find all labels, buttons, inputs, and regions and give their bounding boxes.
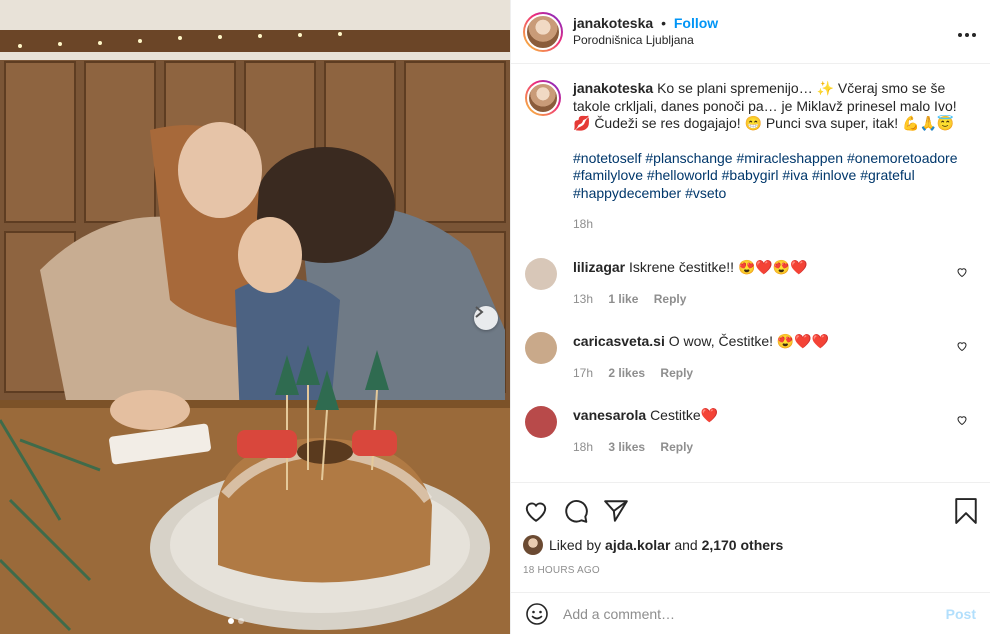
comment-like-icon[interactable] [956, 340, 968, 352]
hashtag[interactable]: #helloworld [647, 167, 718, 183]
post-comment-button[interactable]: Post [946, 606, 976, 622]
comment-like-icon[interactable] [956, 266, 968, 278]
comment-input[interactable] [563, 605, 946, 622]
add-comment-bar: Post [511, 592, 990, 634]
post-side-panel: janakoteska • Follow Porodnišnica Ljublj… [510, 0, 990, 634]
caption-hashtags: #notetoself #planschange #miracleshappen… [573, 150, 976, 203]
commenter-avatar[interactable] [525, 405, 557, 438]
heart-icon [525, 502, 547, 522]
author-avatar[interactable] [523, 11, 563, 52]
carousel-indicator [228, 618, 244, 624]
location-link[interactable]: Porodnišnica Ljubljana [573, 32, 958, 49]
comment-item: lilizagar Iskrene čestitke!! 😍❤️😍❤️ 13h … [525, 257, 976, 308]
comment-text: O wow, Čestitke! 😍❤️❤️ [668, 332, 830, 349]
carousel-dot [238, 618, 244, 624]
post-photo[interactable] [0, 0, 510, 634]
post-actions: Liked by ajda.kolar and 2,170 others 18 … [511, 482, 990, 576]
reply-button[interactable]: Reply [660, 440, 693, 454]
author-username[interactable]: janakoteska [573, 15, 653, 31]
post-header: janakoteska • Follow Porodnišnica Ljublj… [511, 0, 990, 64]
chevron-right-icon [475, 306, 484, 318]
carousel-dot-active [228, 618, 234, 624]
hashtag[interactable]: #miracleshappen [736, 150, 843, 166]
comment-likes[interactable]: 2 likes [608, 366, 645, 380]
emoji-icon[interactable] [525, 602, 549, 626]
comment-text: Iskrene čestitke!! 😍❤️😍❤️ [629, 258, 808, 275]
caption-avatar[interactable] [525, 80, 561, 116]
like-button[interactable] [523, 498, 549, 524]
post-timestamp[interactable]: 18 HOURS AGO [523, 565, 978, 576]
hashtag[interactable]: #iva [782, 167, 808, 183]
comment-item: caricasveta.si O wow, Čestitke! 😍❤️❤️ 17… [525, 331, 976, 382]
post-modal: janakoteska • Follow Porodnišnica Ljublj… [0, 0, 990, 634]
hashtag[interactable]: #planschange [645, 150, 732, 166]
comment-time[interactable]: 18h [573, 440, 593, 454]
hashtag[interactable]: #inlove [812, 167, 856, 183]
comment-time[interactable]: 17h [573, 366, 593, 380]
liked-by-user[interactable]: ajda.kolar [605, 537, 670, 553]
liked-by-prefix: Liked by [549, 537, 602, 553]
caption-time[interactable]: 18h [573, 217, 593, 231]
more-options-button[interactable] [958, 20, 976, 43]
comment-icon [565, 500, 588, 523]
caption: janakoteska Ko se plani spremenijo… ✨ Vč… [525, 80, 976, 234]
hashtag[interactable]: #vseto [685, 185, 726, 201]
commenter-avatar[interactable] [525, 257, 557, 290]
liked-by-and: and [674, 537, 698, 553]
commenter-avatar[interactable] [525, 331, 557, 364]
likes-count[interactable]: 2,170 others [702, 537, 784, 553]
share-button[interactable] [603, 498, 629, 524]
hashtag[interactable]: #onemoretoadore [847, 150, 958, 166]
more-horizontal-icon [958, 33, 976, 37]
comment-time[interactable]: 13h [573, 292, 593, 306]
caption-username[interactable]: janakoteska [573, 80, 653, 96]
reply-button[interactable]: Reply [654, 292, 687, 306]
comment-item: vanesarola Cestitke❤️ 18h 3 likes Reply [525, 405, 976, 456]
carousel-next-button[interactable] [474, 306, 498, 330]
comment-likes[interactable]: 3 likes [608, 440, 645, 454]
send-icon [604, 500, 628, 522]
hashtag[interactable]: #babygirl [722, 167, 779, 183]
hashtag[interactable]: #grateful [860, 167, 914, 183]
follow-button[interactable]: Follow [674, 15, 718, 31]
separator-dot: • [661, 14, 666, 31]
reply-button[interactable]: Reply [660, 366, 693, 380]
comment-likes[interactable]: 1 like [608, 292, 638, 306]
comment-text: Cestitke❤️ [650, 406, 719, 423]
photo-illustration [0, 0, 510, 634]
comment-like-icon[interactable] [956, 414, 968, 426]
likes-summary: Liked by ajda.kolar and 2,170 others [523, 535, 978, 555]
comment-button[interactable] [563, 498, 589, 524]
hashtag[interactable]: #familylove [573, 167, 643, 183]
commenter-username[interactable]: lilizagar [573, 259, 625, 275]
commenter-username[interactable]: caricasveta.si [573, 333, 665, 349]
bookmark-icon [955, 498, 977, 524]
hashtag[interactable]: #happydecember [573, 185, 681, 201]
liker-avatar[interactable] [523, 535, 543, 555]
save-button[interactable] [954, 498, 978, 524]
hashtag[interactable]: #notetoself [573, 150, 642, 166]
comments-area[interactable]: janakoteska Ko se plani spremenijo… ✨ Vč… [511, 64, 990, 482]
commenter-username[interactable]: vanesarola [573, 407, 646, 423]
